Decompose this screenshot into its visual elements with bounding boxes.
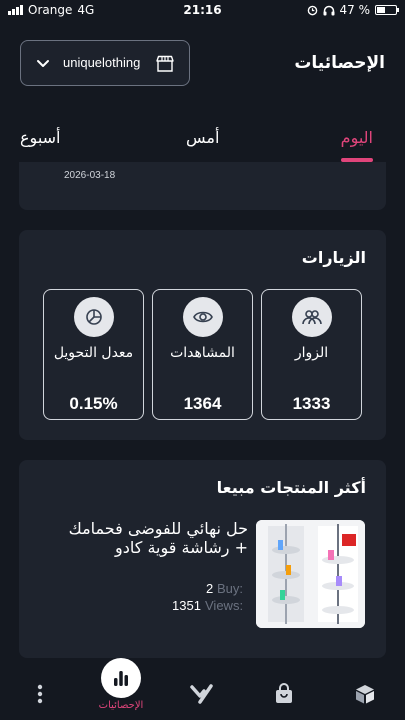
bottom-nav: الإحصائيات <box>0 658 405 720</box>
views-value: 1364 <box>183 394 222 413</box>
views-label: Views: <box>205 598 244 613</box>
visitors-value: 1333 <box>292 394 331 413</box>
users-icon <box>292 297 332 337</box>
date-card: 2026-03-18 <box>19 162 386 210</box>
period-tabs: اليوم أمس أسبوع <box>0 118 405 162</box>
views-value: 1351 <box>172 598 201 613</box>
status-right: 47 % <box>307 3 399 17</box>
product-name[interactable]: حل نهائي للفوضى فحمامك + رشاشة قوية كادو <box>68 519 248 557</box>
headphones-icon <box>323 5 334 15</box>
tab-today[interactable]: اليوم <box>341 128 373 147</box>
shopping-bag-icon[interactable] <box>272 682 296 706</box>
conversion-value: 0.15% <box>69 394 118 413</box>
tab-yesterday[interactable]: أمس <box>186 128 219 147</box>
date-label: 2026-03-18 <box>64 170 116 181</box>
product-image[interactable] <box>256 520 365 628</box>
box-icon[interactable] <box>353 682 377 706</box>
battery-icon <box>375 5 399 15</box>
tab-week[interactable]: أسبوع <box>20 128 61 147</box>
top-products-title: أكثر المنتجات مبيعا <box>216 478 366 497</box>
brand-logo-icon[interactable] <box>190 682 214 706</box>
nav-statistics-label[interactable]: الإحصائيات <box>90 700 152 711</box>
store-name: uniquelothing <box>63 55 141 70</box>
more-icon[interactable] <box>28 682 52 706</box>
visitors-label: الزوار <box>294 345 329 361</box>
store-selector[interactable]: uniquelothing <box>20 40 190 86</box>
store-icon <box>156 55 174 72</box>
alarm-icon <box>307 5 317 15</box>
battery-label: 47 % <box>339 3 371 17</box>
views-label: المشاهدات <box>170 345 235 361</box>
page-title: الإحصائيات <box>294 53 385 73</box>
chevron-down-icon <box>37 60 49 67</box>
statistics-icon[interactable] <box>101 658 141 698</box>
visitors-stat: الزوار 1333 <box>261 289 362 420</box>
visits-title: الزيارات <box>301 248 366 267</box>
pie-chart-icon <box>74 297 114 337</box>
status-bar: Orange 4G 21:16 47 % <box>0 0 405 22</box>
buy-value: 2 <box>206 581 214 596</box>
visits-card: الزيارات الزوار 1333 المشاهدات 1364 معدل… <box>19 230 386 440</box>
views-stat: المشاهدات 1364 <box>152 289 253 420</box>
conversion-label: معدل التحويل <box>53 345 134 361</box>
buy-label: Buy: <box>217 581 244 596</box>
top-products-card: أكثر المنتجات مبيعا حل نهائي للفوضى فحما… <box>19 460 386 658</box>
conversion-stat: معدل التحويل 0.15% <box>43 289 144 420</box>
header: uniquelothing الإحصائيات <box>0 40 405 88</box>
eye-icon <box>183 297 223 337</box>
